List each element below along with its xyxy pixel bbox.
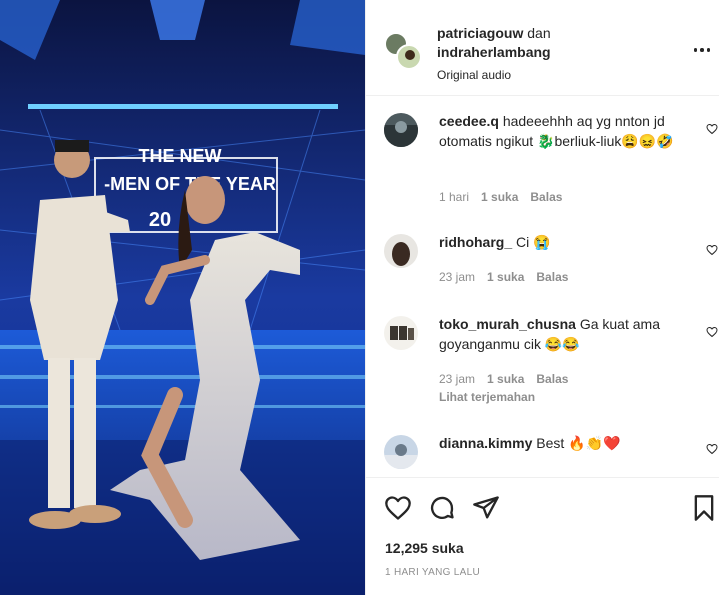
comment-meta: 23 jam 1 suka Balas <box>439 270 568 284</box>
reply-button[interactable]: Balas <box>536 270 568 284</box>
avatar[interactable] <box>384 435 418 469</box>
stage-title-line3: 20 <box>149 209 171 231</box>
share-send-icon[interactable] <box>472 494 500 522</box>
see-translation-link[interactable]: Lihat terjemahan <box>439 390 535 404</box>
comment-time[interactable]: 23 jam <box>439 270 475 284</box>
comment-bubble-icon[interactable] <box>428 494 456 522</box>
comment-username[interactable]: ridhoharg_ <box>439 234 512 250</box>
author-username[interactable]: patriciagouw <box>437 25 523 41</box>
comment-time[interactable]: 1 hari <box>439 190 469 204</box>
comment-time[interactable]: 23 jam <box>439 372 475 386</box>
like-heart-icon[interactable] <box>384 494 412 522</box>
avatar[interactable] <box>384 113 418 147</box>
post-actions: 12,295 suka 1 HARI YANG LALU <box>366 477 719 595</box>
more-options-button[interactable] <box>692 40 712 60</box>
comment-likes[interactable]: 1 suka <box>481 190 518 204</box>
heart-icon[interactable] <box>706 443 718 455</box>
comment-meta: 1 hari 1 suka Balas <box>439 190 562 204</box>
avatar[interactable] <box>396 44 422 70</box>
post-side-panel: patriciagouw dan indraherlambang Origina… <box>365 0 719 595</box>
comment-text: Best 🔥👏❤️ <box>536 435 621 451</box>
comment-text: Ci 😭 <box>516 234 551 250</box>
reply-button[interactable]: Balas <box>536 372 568 386</box>
audio-label[interactable]: Original audio <box>437 66 667 85</box>
avatar[interactable] <box>384 234 418 268</box>
comment-text-block: ceedee.q hadeeehhh aq yg nnton jd otomat… <box>439 111 694 151</box>
author-username[interactable]: indraherlambang <box>437 44 551 60</box>
collab-avatars[interactable] <box>384 32 424 72</box>
comment-username[interactable]: dianna.kimmy <box>439 435 532 451</box>
comment-text-block: ridhoharg_ Ci 😭 <box>439 232 694 252</box>
post-date[interactable]: 1 HARI YANG LALU <box>385 567 480 578</box>
heart-icon[interactable] <box>706 326 718 338</box>
bookmark-icon[interactable] <box>690 494 718 522</box>
likes-count[interactable]: 12,295 suka <box>385 540 464 556</box>
comment-username[interactable]: toko_murah_chusna <box>439 316 576 332</box>
post-authors: patriciagouw dan indraherlambang Origina… <box>437 24 667 85</box>
comment-likes[interactable]: 1 suka <box>487 372 524 386</box>
more-horizontal-icon <box>693 48 698 52</box>
avatar[interactable] <box>384 316 418 350</box>
reply-button[interactable]: Balas <box>530 190 562 204</box>
comments-list[interactable]: ceedee.q hadeeehhh aq yg nnton jd otomat… <box>366 97 719 469</box>
post-header: patriciagouw dan indraherlambang Origina… <box>366 0 719 96</box>
comment-text-block: dianna.kimmy Best 🔥👏❤️ <box>439 433 694 453</box>
stage-title-line1: THE NEW <box>139 146 222 166</box>
author-conjunction: dan <box>527 25 551 41</box>
heart-icon[interactable] <box>706 123 718 135</box>
heart-icon[interactable] <box>706 244 718 256</box>
comment-text-block: toko_murah_chusna Ga kuat ama goyanganmu… <box>439 314 694 354</box>
post-media[interactable]: THE NEW -MEN OF THE YEAR 20 <box>0 0 365 595</box>
video-frame: THE NEW -MEN OF THE YEAR 20 <box>0 0 365 595</box>
comment-likes[interactable]: 1 suka <box>487 270 524 284</box>
comment-meta: 23 jam 1 suka Balas <box>439 372 568 386</box>
comment-username[interactable]: ceedee.q <box>439 113 499 129</box>
